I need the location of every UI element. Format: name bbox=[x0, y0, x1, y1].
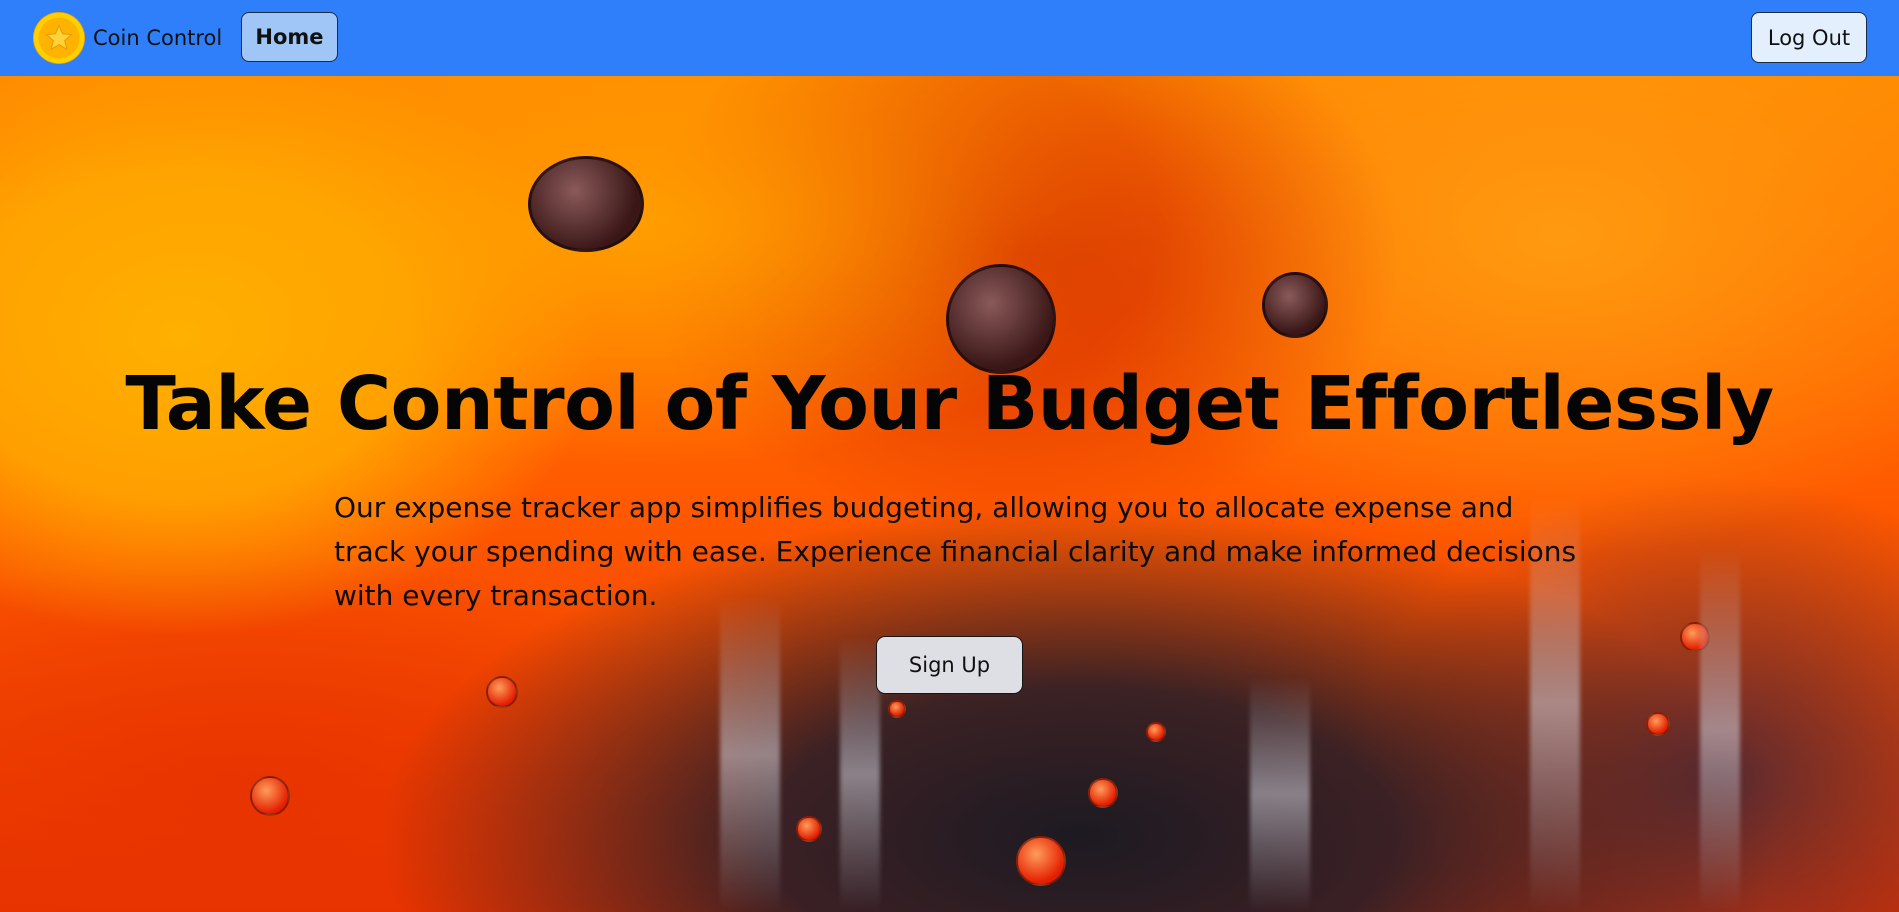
bubble-decoration bbox=[528, 156, 644, 252]
brand[interactable]: Coin Control bbox=[33, 10, 222, 66]
streak-decoration bbox=[840, 636, 880, 912]
signup-button[interactable]: Sign Up bbox=[876, 636, 1023, 694]
hero-section: Take Control of Your Budget Effortlessly… bbox=[0, 76, 1899, 912]
bubble-decoration bbox=[1646, 712, 1670, 736]
bubble-decoration bbox=[1088, 778, 1118, 808]
streak-decoration bbox=[1700, 546, 1740, 912]
navbar: Coin Control Home Log Out bbox=[0, 0, 1899, 76]
star-coin-icon bbox=[33, 12, 85, 64]
bubble-decoration bbox=[946, 264, 1056, 374]
streak-decoration bbox=[720, 596, 780, 912]
bubble-decoration bbox=[1146, 722, 1166, 742]
hero-title: Take Control of Your Budget Effortlessly bbox=[125, 361, 1774, 447]
bubble-decoration bbox=[250, 776, 290, 816]
bubble-decoration bbox=[1016, 836, 1066, 886]
logout-button[interactable]: Log Out bbox=[1751, 12, 1867, 63]
bubble-decoration bbox=[1262, 272, 1328, 338]
home-button[interactable]: Home bbox=[241, 12, 338, 62]
bubble-decoration bbox=[888, 700, 906, 718]
bubble-decoration bbox=[486, 676, 518, 708]
streak-decoration bbox=[1250, 676, 1310, 912]
hero-description: Our expense tracker app simplifies budge… bbox=[334, 491, 1577, 612]
bubble-decoration bbox=[796, 816, 822, 842]
brand-name: Coin Control bbox=[93, 26, 223, 50]
